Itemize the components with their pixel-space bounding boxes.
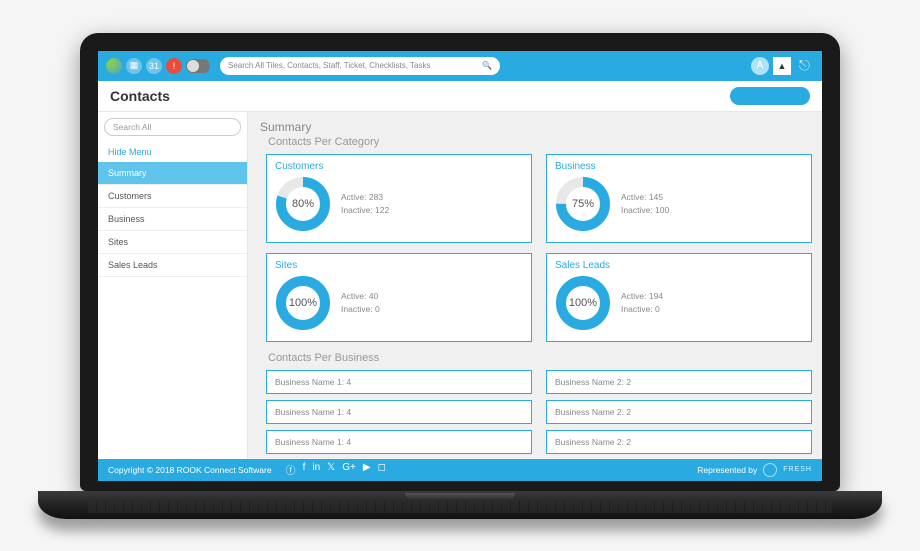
business-cell[interactable]: Business Name 2: 2 <box>546 400 812 424</box>
category-card[interactable]: Business 75% Active: 145 Inactive: 100 <box>546 154 812 243</box>
active-count: Active: 194 <box>621 290 663 303</box>
screen-bezel: ▦ 31 ! Search All Tiles, Contacts, Staff… <box>80 33 840 491</box>
link-icon[interactable]: f <box>303 462 306 477</box>
category-card[interactable]: Customers 80% Active: 283 Inactive: 122 <box>266 154 532 243</box>
avatar[interactable]: A <box>751 57 769 75</box>
body: Search All Hide Menu Summary Customers B… <box>98 112 822 466</box>
sidebar-search-input[interactable]: Search All <box>104 118 241 136</box>
main-panel: Summary Contacts Per Category Customers … <box>248 112 822 466</box>
inactive-count: Inactive: 0 <box>341 303 380 316</box>
represented-by-label: Represented by <box>697 465 757 475</box>
card-stats: Active: 145 Inactive: 100 <box>621 191 669 217</box>
business-cell[interactable]: Business Name 1: 4 <box>266 370 532 394</box>
logout-icon[interactable]: ⎋ <box>799 57 810 74</box>
business-col-1: Business Name 1: 4 Business Name 1: 4 Busi… <box>266 370 532 454</box>
donut-chart: 100% <box>555 275 611 331</box>
category-card[interactable]: Sites 100% Active: 40 Inactive: 0 <box>266 253 532 342</box>
top-bar: ▦ 31 ! Search All Tiles, Contacts, Staff… <box>98 51 822 81</box>
card-stats: Active: 283 Inactive: 122 <box>341 191 389 217</box>
youtube-icon[interactable]: ▶ <box>363 462 371 477</box>
business-col-2: Business Name 2: 2 Business Name 2: 2 Busi… <box>546 370 812 454</box>
card-stats: Active: 40 Inactive: 0 <box>341 290 380 316</box>
primary-action-button[interactable] <box>730 87 810 105</box>
facebook-icon[interactable]: ⓕ <box>286 462 296 477</box>
donut-percent: 80% <box>275 176 331 232</box>
laptop-base <box>38 491 882 519</box>
partner-name: FRESH <box>783 466 812 473</box>
google-plus-icon[interactable]: G+ <box>342 462 356 477</box>
title-bar: Contacts <box>98 81 822 112</box>
laptop-frame: ▦ 31 ! Search All Tiles, Contacts, Staff… <box>80 33 840 519</box>
inactive-count: Inactive: 122 <box>341 204 389 217</box>
copyright-text: Copyright © 2018 ROOK Connect Software <box>108 465 272 475</box>
toggle-switch[interactable] <box>186 59 210 73</box>
sidebar-item-business[interactable]: Business <box>98 208 247 231</box>
search-icon[interactable]: 🔍 <box>482 61 492 70</box>
section-contacts-per-business: Contacts Per Business <box>268 352 812 364</box>
partner-logo-icon <box>763 463 777 477</box>
hide-menu-link[interactable]: Hide Menu <box>98 142 247 162</box>
inactive-count: Inactive: 100 <box>621 204 669 217</box>
sidebar-item-summary[interactable]: Summary <box>98 162 247 185</box>
category-card[interactable]: Sales Leads 100% Active: 194 Inactive: 0 <box>546 253 812 342</box>
laptop-keyboard <box>88 501 832 513</box>
donut-chart: 100% <box>275 275 331 331</box>
footer: Copyright © 2018 ROOK Connect Software ⓕ… <box>98 459 822 481</box>
section-contacts-per-category: Contacts Per Category <box>268 136 812 148</box>
expand-icon[interactable]: ▲ <box>773 57 791 75</box>
business-cell[interactable]: Business Name 1: 4 <box>266 430 532 454</box>
app-screen: ▦ 31 ! Search All Tiles, Contacts, Staff… <box>98 51 822 481</box>
donut-percent: 100% <box>555 275 611 331</box>
sidebar-item-sales-leads[interactable]: Sales Leads <box>98 254 247 277</box>
sidebar: Search All Hide Menu Summary Customers B… <box>98 112 248 466</box>
inactive-count: Inactive: 0 <box>621 303 663 316</box>
business-cell[interactable]: Business Name 2: 2 <box>546 430 812 454</box>
category-cards: Customers 80% Active: 283 Inactive: 122 … <box>258 154 812 342</box>
active-count: Active: 145 <box>621 191 669 204</box>
page-title: Contacts <box>110 88 170 104</box>
business-cell[interactable]: Business Name 1: 4 <box>266 400 532 424</box>
social-links: ⓕ f in 𝕏 G+ ▶ ◻ <box>286 462 386 477</box>
donut-percent: 100% <box>275 275 331 331</box>
summary-title: Summary <box>260 120 812 134</box>
linkedin-icon[interactable]: in <box>312 462 320 477</box>
card-title: Customers <box>275 161 523 172</box>
dashboard-icon[interactable]: ▦ <box>126 58 142 74</box>
donut-chart: 75% <box>555 176 611 232</box>
card-title: Sales Leads <box>555 260 803 271</box>
instagram-icon[interactable]: ◻ <box>378 462 386 477</box>
active-count: Active: 283 <box>341 191 389 204</box>
sidebar-item-sites[interactable]: Sites <box>98 231 247 254</box>
card-title: Business <box>555 161 803 172</box>
calendar-icon[interactable]: 31 <box>146 58 162 74</box>
sidebar-item-customers[interactable]: Customers <box>98 185 247 208</box>
app-logo-icon[interactable] <box>106 58 122 74</box>
donut-chart: 80% <box>275 176 331 232</box>
alert-icon[interactable]: ! <box>166 58 182 74</box>
donut-percent: 75% <box>555 176 611 232</box>
search-placeholder-text: Search All Tiles, Contacts, Staff, Ticke… <box>228 61 430 70</box>
card-stats: Active: 194 Inactive: 0 <box>621 290 663 316</box>
card-title: Sites <box>275 260 523 271</box>
global-search-input[interactable]: Search All Tiles, Contacts, Staff, Ticke… <box>220 57 500 75</box>
business-grid: Business Name 1: 4 Business Name 1: 4 Busi… <box>258 370 812 454</box>
twitter-icon[interactable]: 𝕏 <box>327 462 335 477</box>
business-cell[interactable]: Business Name 2: 2 <box>546 370 812 394</box>
active-count: Active: 40 <box>341 290 380 303</box>
